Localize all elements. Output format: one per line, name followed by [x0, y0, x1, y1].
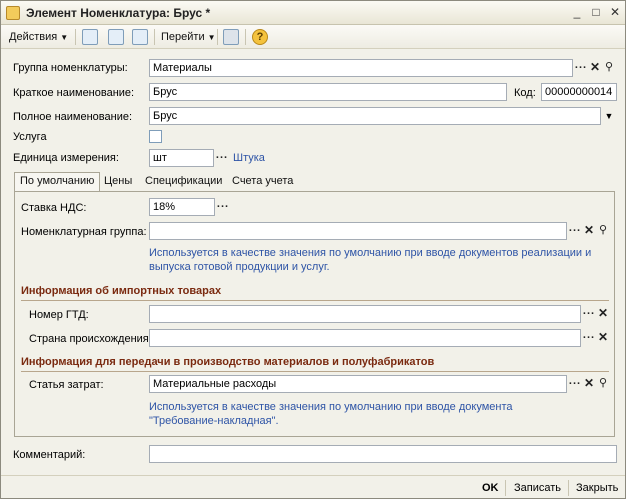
section-divider: [21, 371, 609, 372]
maximize-button[interactable]: □: [588, 5, 604, 21]
unit-select-icon[interactable]: ...: [214, 150, 230, 166]
toolbar-divider: [217, 29, 218, 45]
full-name-label: Полное наименование:: [13, 111, 133, 123]
toolbar-divider: [154, 29, 155, 45]
service-checkbox[interactable]: [149, 130, 162, 143]
toolbar-divider: [245, 29, 246, 45]
window-title: Элемент Номенклатура: Брус *: [26, 6, 211, 20]
ok-button[interactable]: OK: [482, 480, 499, 496]
refresh-icon[interactable]: [108, 29, 124, 45]
bottom-divider: [505, 480, 506, 496]
full-name-field[interactable]: Брус: [149, 107, 601, 125]
vat-field[interactable]: 18%: [149, 198, 215, 216]
unit-field[interactable]: шт: [149, 149, 214, 167]
cost-hint-2: "Требование-накладная".: [149, 415, 279, 427]
production-section-title: Информация для передачи в производство м…: [21, 356, 435, 368]
goto-menu-button[interactable]: Перейти ▼: [161, 29, 216, 45]
group-field[interactable]: Материалы: [149, 59, 573, 77]
cost-label: Статья затрат:: [29, 379, 104, 391]
nomen-group-open-icon[interactable]: ⚲: [595, 223, 611, 239]
bottom-divider: [568, 480, 569, 496]
unit-label: Единица измерения:: [13, 152, 119, 164]
cost-field[interactable]: Материальные расходы: [149, 375, 567, 393]
short-name-field[interactable]: Брус: [149, 83, 507, 101]
gtd-field[interactable]: [149, 305, 581, 323]
tab-panel-defaults: Ставка НДС: 18% ... Номенклатурная групп…: [14, 191, 615, 437]
title-bar: Элемент Номенклатура: Брус * _ □ ✕: [1, 1, 625, 25]
copy-new-icon[interactable]: [132, 29, 148, 45]
tab-specifications[interactable]: Спецификации: [140, 173, 227, 192]
gtd-label: Номер ГТД:: [29, 309, 89, 321]
save-button[interactable]: Записать: [514, 480, 561, 496]
close-button[interactable]: Закрыть: [576, 480, 618, 496]
vat-label: Ставка НДС:: [21, 202, 87, 214]
gtd-clear-icon[interactable]: ✕: [595, 306, 611, 322]
comment-label: Комментарий:: [13, 449, 86, 461]
goto-menu-label: Перейти: [161, 31, 205, 43]
import-section-title: Информация об импортных товарах: [21, 285, 222, 297]
tab-defaults[interactable]: По умолчанию: [14, 172, 101, 192]
group-label: Группа номенклатуры:: [13, 62, 128, 74]
bottom-bar: OK Записать Закрыть: [1, 475, 625, 498]
service-label: Услуга: [13, 131, 47, 143]
chevron-down-icon: ▼: [207, 33, 216, 42]
toolbar-divider: [75, 29, 76, 45]
window-app-icon: [6, 6, 20, 20]
section-divider: [21, 300, 609, 301]
nomen-group-label: Номенклатурная группа:: [21, 226, 147, 238]
country-label: Страна происхождения:: [29, 333, 152, 345]
tab-prices[interactable]: Цены: [99, 173, 137, 192]
cost-open-icon[interactable]: ⚲: [595, 376, 611, 392]
list-view-icon[interactable]: [223, 29, 239, 45]
toolbar: Действия ▼ Перейти ▼ ?: [1, 25, 625, 49]
country-clear-icon[interactable]: ✕: [595, 330, 611, 346]
cost-hint-1: Используется в качестве значения по умол…: [149, 401, 513, 413]
save-and-close-icon[interactable]: [82, 29, 98, 45]
actions-menu-label: Действия: [9, 31, 58, 43]
close-window-button[interactable]: ✕: [607, 5, 623, 21]
item-window: Элемент Номенклатура: Брус * _ □ ✕ Дейст…: [0, 0, 626, 499]
short-name-label: Краткое наименование:: [13, 87, 135, 99]
nomen-group-hint-2: выпуска готовой продукции и услуг.: [149, 261, 330, 273]
vat-select-icon[interactable]: ...: [215, 199, 231, 215]
actions-menu-button[interactable]: Действия ▼: [9, 29, 68, 45]
unit-link[interactable]: Штука: [233, 152, 265, 164]
full-name-dropdown-icon[interactable]: ▼: [601, 108, 617, 124]
tab-accounts[interactable]: Счета учета: [227, 173, 298, 192]
code-label: Код:: [514, 87, 536, 99]
minimize-button[interactable]: _: [569, 5, 585, 21]
country-field[interactable]: [149, 329, 581, 347]
nomen-group-hint-1: Используется в качестве значения по умол…: [149, 247, 592, 259]
help-icon[interactable]: ?: [252, 29, 268, 45]
code-field[interactable]: 00000000014: [541, 83, 617, 101]
chevron-down-icon: ▼: [60, 33, 69, 42]
group-open-icon[interactable]: ⚲: [601, 60, 617, 76]
comment-field[interactable]: [149, 445, 617, 463]
nomen-group-field[interactable]: [149, 222, 567, 240]
